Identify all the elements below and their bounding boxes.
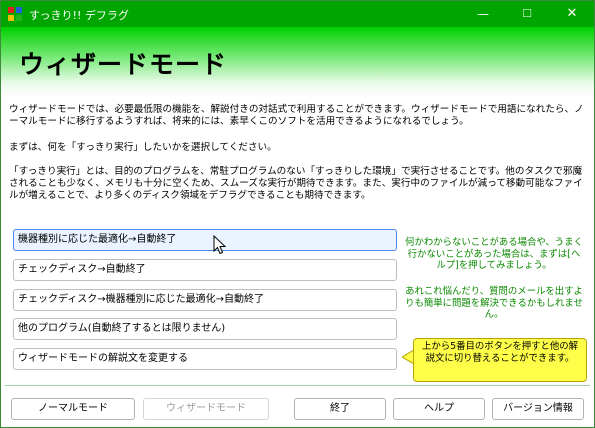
mail-hint-text: あれこれ悩んだり、質問のメールを出すよりも簡単に問題を解決できるかもしれません。 — [405, 286, 583, 320]
minimize-icon[interactable]: — — [461, 1, 505, 27]
tip-text: 上から5番目のボタンを押すと他の解説文に切り替えることができます。 — [422, 341, 578, 364]
wizard-mode-button: ウィザードモード — [143, 398, 269, 420]
page-title: ウィザードモード — [19, 50, 228, 79]
option-optimize-button[interactable]: 機器種別に応じた最適化→自動終了 — [13, 229, 397, 251]
defrag-app-icon — [8, 7, 22, 21]
tip-balloon: 上から5番目のボタンを押すと他の解説文に切り替えることができます。 — [413, 338, 587, 382]
maximize-icon[interactable]: ☐ — [505, 1, 549, 27]
explanation-paragraph: 「すっきり実行」とは、目的のプログラムを、常駐プログラムのない「すっきりした環境… — [9, 166, 583, 201]
mouse-cursor-icon — [213, 235, 227, 255]
normal-mode-button[interactable]: ノーマルモード — [11, 398, 135, 420]
footer-divider — [5, 385, 590, 386]
option-checkdisk-button[interactable]: チェックディスク→自動終了 — [13, 259, 397, 281]
exit-button[interactable]: 終了 — [294, 398, 386, 420]
help-button[interactable]: ヘルプ — [393, 398, 485, 420]
version-info-button[interactable]: バージョン情報 — [492, 398, 584, 420]
main-window: すっきり!! デフラグ — ☐ ✕ ウィザードモード ウィザードモードでは、必要… — [0, 0, 595, 428]
option-checkdisk-optimize-button[interactable]: チェックディスク→機器種別に応じた最適化→自動終了 — [13, 289, 397, 311]
option-other-program-button[interactable]: 他のプログラム(自動終了するとは限りません) — [13, 318, 397, 340]
help-hint-text: 何かわからないことがある場合や、うまく行かないことがあった場合は、まずは[ヘルプ… — [405, 237, 583, 271]
title-bar[interactable]: すっきり!! デフラグ — ☐ ✕ — [1, 1, 594, 27]
intro-paragraph: ウィザードモードでは、必要最低限の機能を、解説付きの対話式で利用することができま… — [9, 104, 584, 127]
close-icon[interactable]: ✕ — [550, 1, 594, 27]
instruction-text: まずは、何を「すっきり実行」したいかを選択してください。 — [9, 142, 277, 153]
option-change-explanation-button[interactable]: ウィザードモードの解説文を変更する — [13, 348, 397, 370]
window-title: すっきり!! デフラグ — [29, 9, 129, 22]
